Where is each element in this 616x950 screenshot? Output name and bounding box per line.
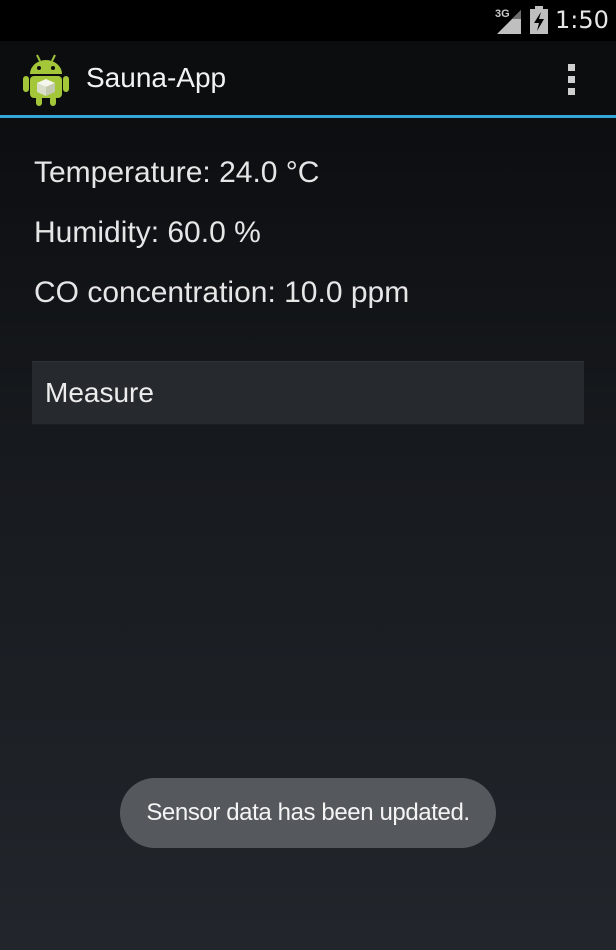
overflow-menu-icon[interactable] (556, 58, 586, 100)
status-bar: 3G 1:50 (0, 0, 616, 41)
co-concentration-reading: CO concentration: 10.0 ppm (34, 276, 410, 309)
android-robot-icon (23, 54, 69, 106)
app-title: Sauna-App (86, 62, 227, 93)
battery-charging-icon (530, 6, 548, 34)
measure-button[interactable]: Measure (32, 361, 584, 425)
temperature-reading: Temperature: 24.0 °C (34, 156, 320, 189)
clock: 1:50 (555, 6, 609, 34)
action-bar-divider (0, 115, 616, 118)
signal-icon (497, 10, 521, 34)
toast-message: Sensor data has been updated. (146, 799, 470, 826)
toast: Sensor data has been updated. (120, 778, 496, 848)
humidity-reading: Humidity: 60.0 % (34, 216, 261, 249)
measure-button-label: Measure (45, 377, 154, 408)
